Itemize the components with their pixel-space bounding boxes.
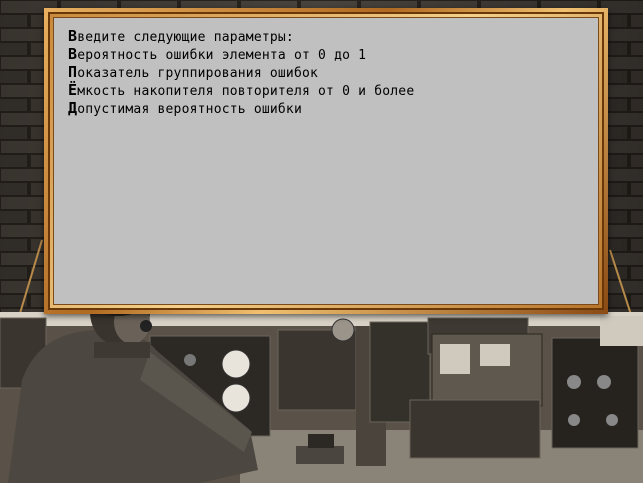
parameter-prompt-frame: Введите следующие параметры: Вероятность…: [44, 8, 608, 314]
prompt-repeater-buffer-capacity: Ёмкость накопителя повторителя от 0 и бо…: [68, 81, 415, 99]
prompt-acceptable-error-probability: Допустимая вероятность ошибки: [68, 99, 302, 117]
parameter-prompt-panel: Введите следующие параметры: Вероятность…: [53, 17, 599, 305]
frame-border: Введите следующие параметры: Вероятность…: [48, 12, 604, 310]
prompt-header: Введите следующие параметры:: [68, 27, 294, 45]
prompt-element-error-probability: Вероятность ошибки элемента от 0 до 1: [68, 45, 367, 63]
prompt-error-grouping-index: Показатель группирования ошибок: [68, 63, 319, 81]
